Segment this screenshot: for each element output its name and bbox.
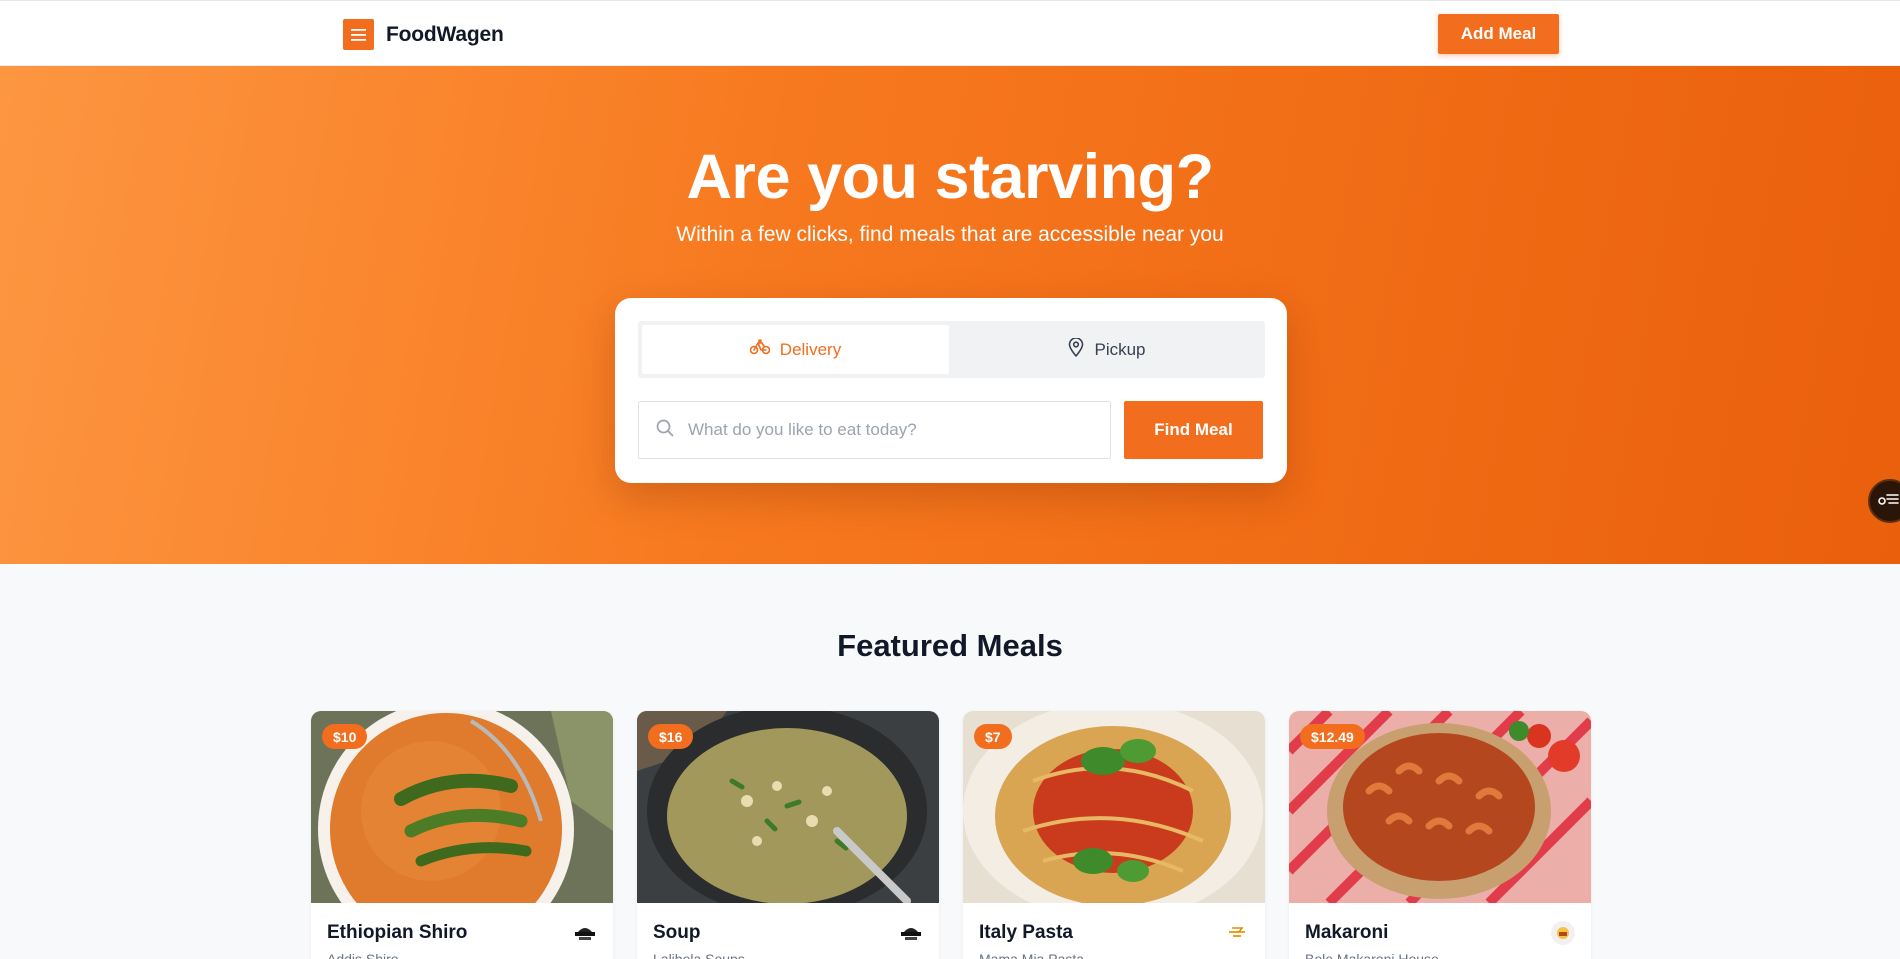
top-navbar: FoodWagen Add Meal — [0, 0, 1900, 66]
order-type-tabs: Delivery Pickup — [638, 321, 1265, 378]
restaurant-name: Bole Makaroni House — [1305, 951, 1439, 959]
featured-title: Featured Meals — [837, 628, 1063, 663]
tab-pickup[interactable]: Pickup — [953, 325, 1261, 374]
meal-name: Makaroni — [1305, 922, 1389, 943]
price-badge: $16 — [648, 724, 694, 749]
meal-card[interactable]: $7 Italy Pasta Mama Mia Pasta — [963, 711, 1265, 959]
find-meal-button[interactable]: Find Meal — [1124, 401, 1263, 459]
restaurant-logo-icon — [899, 921, 923, 945]
hero-subtitle: Within a few clicks, find meals that are… — [676, 223, 1224, 246]
tab-delivery[interactable]: Delivery — [642, 325, 949, 374]
meal-card[interactable]: $16 Soup Lalibela Soups — [637, 711, 939, 959]
meal-card[interactable]: $12.49 Makaroni Bole Makaroni House — [1289, 711, 1591, 959]
price-badge: $12.49 — [1300, 724, 1365, 749]
search-input[interactable] — [688, 420, 1068, 440]
hero-section: Are you starving? Within a few clicks, f… — [0, 66, 1900, 564]
brand[interactable]: FoodWagen — [343, 19, 504, 50]
meal-name: Italy Pasta — [979, 922, 1073, 943]
brand-name: FoodWagen — [386, 22, 504, 46]
restaurant-logo-icon — [573, 921, 597, 945]
search-card: Delivery Pickup Find Meal — [615, 298, 1287, 483]
tab-delivery-label: Delivery — [779, 339, 842, 359]
meal-card[interactable]: $10 Ethiopian Shiro Addis Shiro — [311, 711, 613, 959]
hero-title: Are you starving? — [686, 142, 1214, 212]
bike-icon — [749, 339, 771, 360]
restaurant-logo-icon — [1551, 921, 1575, 945]
meal-name: Soup — [653, 922, 701, 943]
meal-name: Ethiopian Shiro — [327, 922, 468, 943]
price-badge: $7 — [974, 724, 1012, 749]
search-field[interactable] — [638, 401, 1111, 459]
search-icon — [656, 419, 674, 442]
map-pin-icon — [1068, 336, 1084, 362]
tab-pickup-label: Pickup — [1094, 339, 1146, 359]
restaurant-name: Lalibela Soups — [653, 951, 745, 959]
price-badge: $10 — [322, 724, 368, 749]
restaurant-name: Mama Mia Pasta — [979, 951, 1085, 959]
restaurant-logo-icon — [1225, 921, 1249, 945]
restaurant-name: Addis Shiro — [327, 951, 399, 959]
menu-icon[interactable] — [343, 19, 374, 50]
tools-icon — [1878, 492, 1900, 511]
add-meal-button[interactable]: Add Meal — [1438, 14, 1559, 54]
